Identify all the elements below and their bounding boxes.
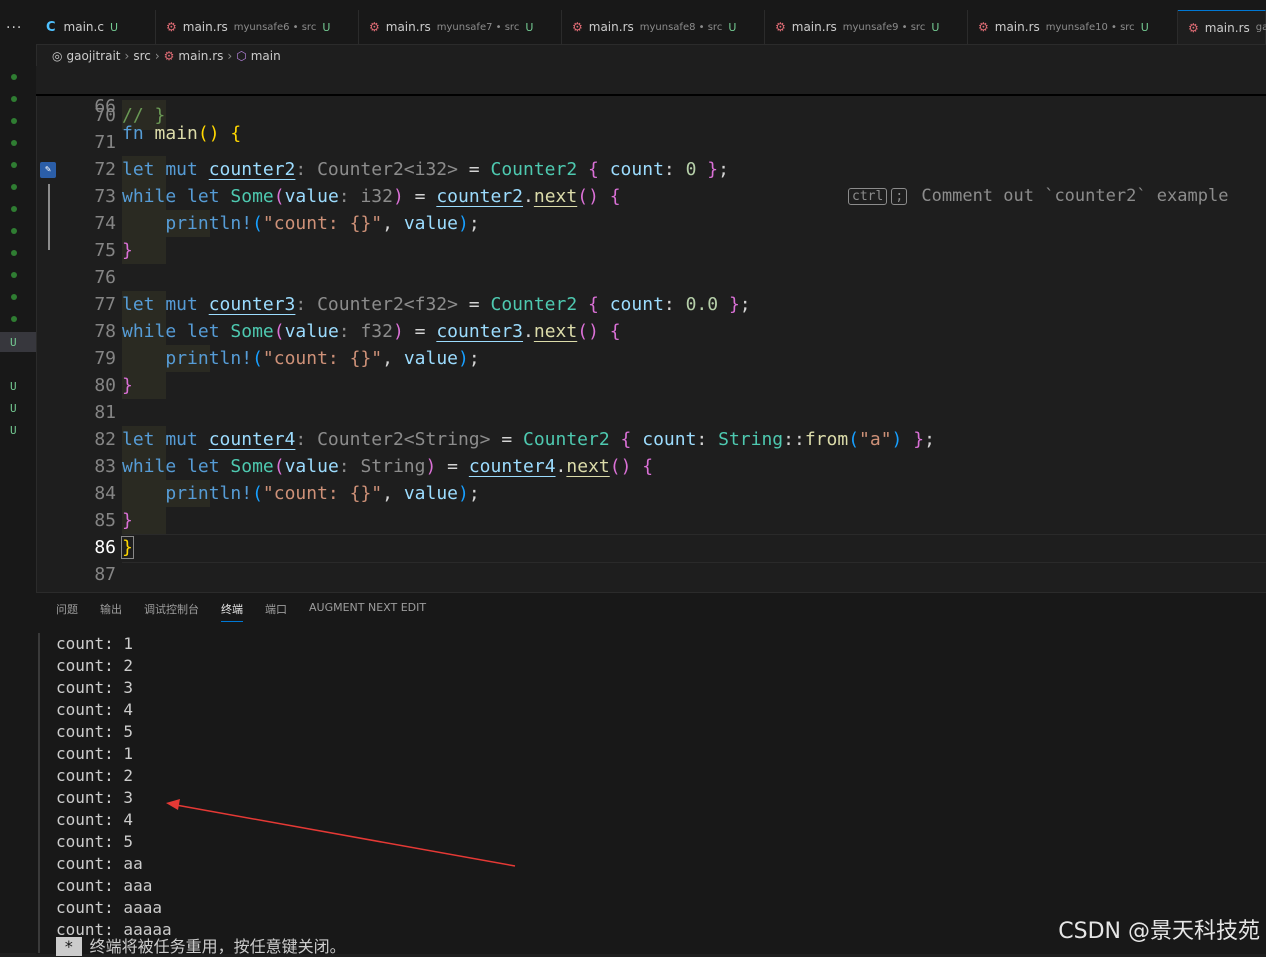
code-token: main [154,123,198,144]
watermark: CSDN @景天科技苑 [1058,919,1260,944]
sticky-scroll-header[interactable]: 66 fn main() { [36,66,1266,144]
code-token: fn [122,123,144,144]
code-token: () { [197,123,242,144]
line-number: 66 [94,96,116,117]
